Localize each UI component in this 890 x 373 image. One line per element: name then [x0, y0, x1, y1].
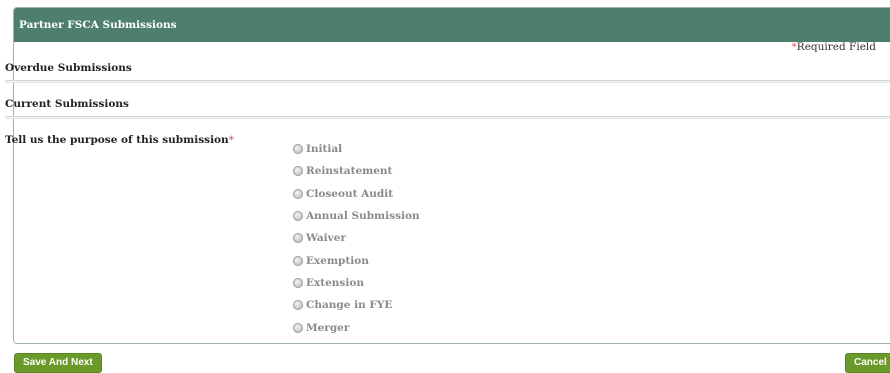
- radio-option-label: Initial: [306, 143, 343, 156]
- section-divider: [5, 80, 890, 83]
- purpose-question-label: Tell us the purpose of this submission: [5, 134, 229, 146]
- radio-option-reinstatement[interactable]: Reinstatement: [293, 160, 420, 182]
- current-submissions-section[interactable]: Current Submissions: [5, 95, 890, 119]
- overdue-submissions-heading: Overdue Submissions: [5, 62, 132, 74]
- radio-button-icon[interactable]: [293, 166, 303, 177]
- section-divider: [5, 116, 890, 119]
- current-submissions-heading: Current Submissions: [5, 98, 129, 110]
- submissions-panel: Partner FSCA Submissions: [13, 7, 890, 344]
- radio-button-icon[interactable]: [293, 255, 303, 266]
- radio-button-icon[interactable]: [293, 211, 303, 222]
- radio-option-merger[interactable]: Merger: [293, 316, 420, 338]
- radio-option-label: Reinstatement: [306, 165, 393, 178]
- radio-button-icon[interactable]: [293, 277, 303, 288]
- required-field-note: *Required Field: [792, 41, 876, 53]
- radio-option-label: Closeout Audit: [306, 187, 394, 200]
- radio-option-label: Merger: [306, 321, 350, 334]
- radio-option-label: Extension: [306, 276, 364, 289]
- radio-option-change-in-fye[interactable]: Change in FYE: [293, 294, 420, 316]
- required-field-label: Required Field: [796, 41, 876, 53]
- radio-option-initial[interactable]: Initial: [293, 138, 420, 160]
- radio-option-closeout-audit[interactable]: Closeout Audit: [293, 183, 420, 205]
- radio-button-icon[interactable]: [293, 144, 303, 155]
- radio-option-label: Annual Submission: [306, 210, 420, 223]
- radio-button-icon[interactable]: [293, 233, 303, 244]
- purpose-radio-group: Initial Reinstatement Closeout Audit Ann…: [293, 138, 420, 339]
- save-and-next-button[interactable]: Save And Next: [14, 353, 102, 373]
- radio-button-icon[interactable]: [293, 188, 303, 199]
- radio-option-waiver[interactable]: Waiver: [293, 227, 420, 249]
- overdue-submissions-section[interactable]: Overdue Submissions: [5, 59, 890, 83]
- radio-option-annual-submission[interactable]: Annual Submission: [293, 205, 420, 227]
- required-star: *: [228, 134, 234, 146]
- radio-option-label: Exemption: [306, 254, 369, 267]
- radio-button-icon[interactable]: [293, 300, 303, 311]
- radio-option-label: Change in FYE: [306, 299, 393, 312]
- radio-button-icon[interactable]: [293, 322, 303, 333]
- radio-option-exemption[interactable]: Exemption: [293, 249, 420, 271]
- panel-title: Partner FSCA Submissions: [14, 8, 890, 42]
- purpose-question: Tell us the purpose of this submission*: [5, 134, 234, 146]
- radio-option-label: Waiver: [306, 232, 346, 245]
- cancel-button[interactable]: Cancel: [845, 353, 890, 373]
- radio-option-extension[interactable]: Extension: [293, 272, 420, 294]
